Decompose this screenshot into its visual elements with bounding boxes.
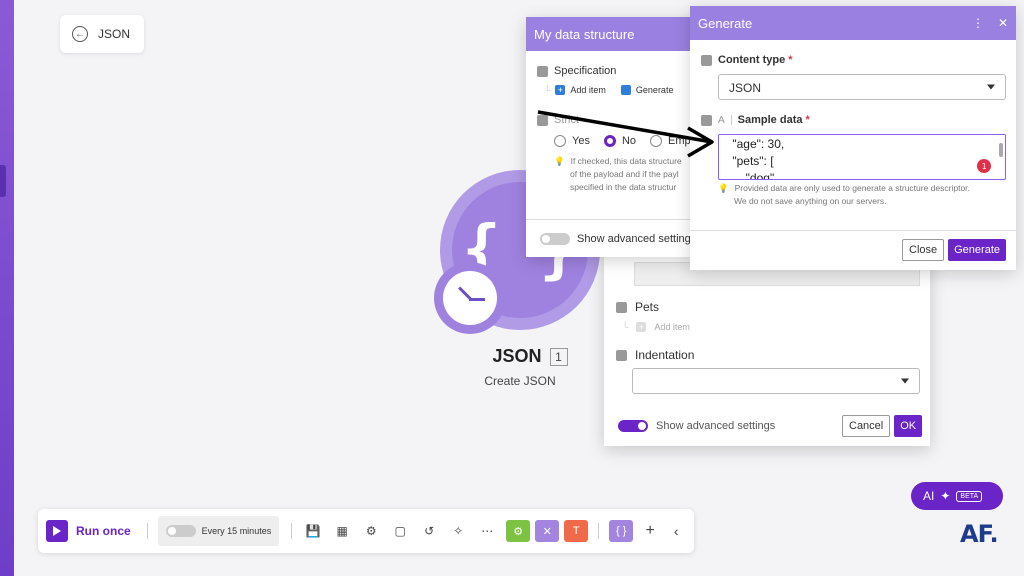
watermark-logo: AF. — [960, 520, 999, 548]
content-type-select[interactable]: JSON — [718, 74, 1006, 100]
panel-title: My data structure — [534, 26, 635, 42]
checkbox-icon[interactable] — [616, 349, 627, 361]
indentation-select[interactable] — [632, 368, 920, 394]
generate-link[interactable]: Generate — [636, 85, 674, 95]
pets-add-item[interactable]: └ + Add item — [622, 322, 690, 332]
text-parser-icon[interactable]: T — [564, 520, 589, 542]
ds-advanced-toggle[interactable] — [540, 233, 570, 245]
close-icon[interactable]: ✕ — [998, 16, 1008, 30]
generate-button[interactable]: Generate — [948, 239, 1006, 261]
specification-row: Specification — [537, 65, 616, 77]
add-item-link[interactable]: Add item — [570, 85, 606, 95]
note-icon[interactable]: ▢ — [393, 524, 407, 538]
schedule-clock-icon[interactable] — [434, 262, 506, 334]
spec-actions: └ + Add item Generate — [544, 85, 674, 95]
close-button[interactable]: Close — [902, 239, 945, 261]
play-icon — [53, 526, 61, 536]
error-badge: 1 — [977, 159, 991, 173]
undo-icon[interactable]: ↺ — [422, 524, 436, 538]
pets-row: Pets — [616, 300, 659, 314]
plus-icon: + — [555, 85, 566, 95]
checkbox-icon[interactable] — [616, 301, 627, 313]
schedule-toggle[interactable] — [165, 525, 196, 537]
magic-wand-icon[interactable]: ✧ — [451, 524, 465, 538]
sample-data-note: 💡 Provided data are only used to generate… — [718, 183, 970, 206]
dialog-header: Generate ⋮ ✕ — [690, 6, 1016, 40]
sparkle-icon: ✦ — [940, 489, 951, 503]
sample-data-textarea[interactable]: "age": 30, "pets": [ "dog" 1 — [718, 134, 1006, 180]
flow-control-icon[interactable]: ✕ — [535, 520, 560, 542]
pets-label: Pets — [635, 300, 660, 314]
ok-button[interactable]: OK — [894, 415, 923, 437]
beta-badge: BETA — [956, 490, 983, 502]
advanced-settings-row: Show advanced settings — [618, 420, 775, 432]
more-horizontal-icon[interactable]: ⋯ — [480, 524, 494, 538]
cancel-button[interactable]: Cancel — [842, 415, 891, 437]
left-accent-strip — [0, 0, 14, 576]
chevron-left-icon[interactable]: ‹ — [669, 523, 683, 539]
json-braces-icon[interactable]: { } — [609, 520, 634, 542]
sidebar-handle[interactable] — [0, 165, 6, 197]
lightbulb-icon: 💡 — [718, 183, 729, 193]
schedule-control[interactable]: Every 15 minutes — [157, 516, 280, 546]
json-settings-panel: Pets └ + Add item Indentation Show advan… — [604, 250, 930, 446]
plus-icon: + — [636, 322, 647, 332]
annotation-arrow — [537, 110, 714, 158]
ds-advanced-row: Show advanced settings — [540, 233, 696, 245]
save-icon[interactable]: 💾 — [306, 524, 321, 538]
arrow-left-icon: ← — [72, 26, 88, 42]
scenario-toolbar: Run once Every 15 minutes 💾 ▦ ⚙ ▢ ↺ ✧ ⋯ … — [38, 509, 694, 553]
chevron-down-icon — [987, 84, 995, 90]
content-type-row: Content type * — [701, 54, 793, 66]
plus-icon[interactable]: + — [643, 522, 657, 539]
generate-dialog: Generate ⋮ ✕ Content type * JSON A Sampl… — [690, 6, 1016, 270]
tools-icon[interactable]: ⚙ — [506, 520, 531, 542]
checkbox-icon[interactable] — [701, 54, 712, 66]
indentation-row: Indentation — [616, 348, 694, 362]
module-count: 1 — [549, 347, 568, 366]
ai-assistant-button[interactable]: AI ✦ BETA — [911, 482, 1003, 510]
more-vertical-icon[interactable]: ⋮ — [972, 16, 984, 30]
module-subtitle: Create JSON — [484, 374, 556, 388]
indentation-label: Indentation — [635, 348, 695, 362]
back-label: JSON — [98, 27, 131, 41]
textarea-scrollbar[interactable] — [999, 143, 1003, 157]
module-title: JSON 1 — [470, 346, 590, 367]
chevron-down-icon — [901, 378, 909, 384]
wrench-icon — [620, 85, 631, 95]
strict-help: 💡 If checked, this data structure of the … — [554, 156, 682, 192]
checkbox-icon[interactable] — [537, 65, 548, 77]
dialog-title: Generate — [698, 15, 753, 31]
layout-icon[interactable]: ▦ — [335, 524, 349, 538]
run-once-label[interactable]: Run once — [76, 524, 131, 538]
panel-header: My data structure — [526, 17, 698, 51]
advanced-toggle[interactable] — [618, 420, 648, 432]
module-name: JSON — [492, 346, 542, 366]
run-once-button[interactable] — [46, 520, 68, 542]
gear-icon[interactable]: ⚙ — [364, 524, 378, 538]
back-button[interactable]: ← JSON — [60, 15, 144, 53]
